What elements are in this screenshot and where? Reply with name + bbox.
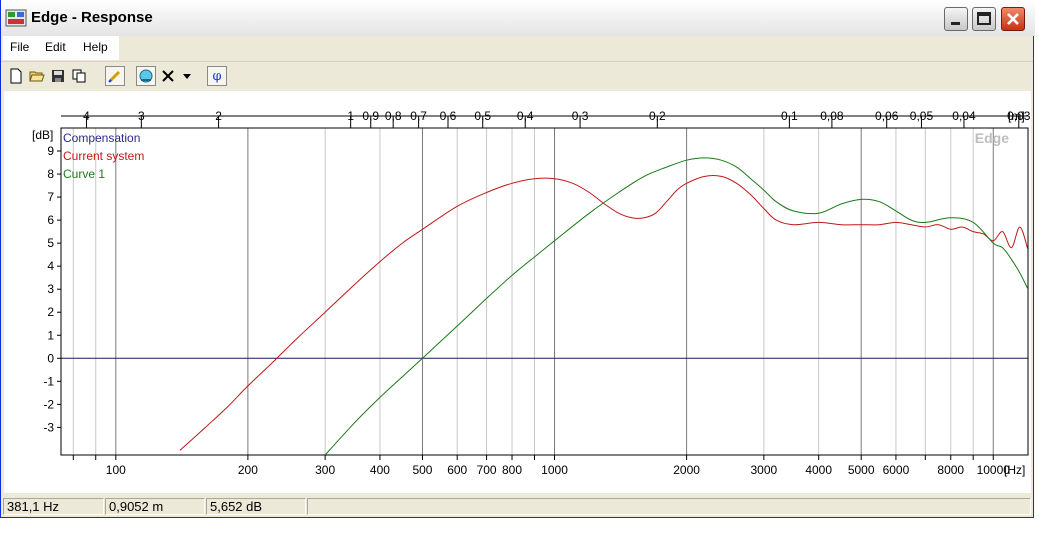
delete-dropdown-button[interactable] — [180, 66, 194, 86]
y-tick-label: 9 — [47, 144, 54, 158]
open-button[interactable] — [27, 66, 47, 86]
top-tick-label: 0,06 — [875, 109, 899, 123]
response-chart[interactable]: 9 8 7 6 5 4 3 2 1 0 -1 -2 -3 100 200 300 400 500 600 700 800… — [4, 91, 1031, 493]
legend-entry: Current system — [63, 149, 144, 163]
x-tick-label: 700 — [477, 463, 497, 477]
close-button[interactable] — [1001, 7, 1025, 31]
save-button[interactable] — [48, 66, 68, 86]
top-tick-label: 4 — [83, 109, 90, 123]
x-axis-label: [Hz] — [1004, 463, 1025, 477]
y-tick-label: -2 — [43, 397, 54, 411]
legend-entry: Curve 1 — [63, 167, 105, 181]
maximize-button[interactable] — [972, 7, 996, 31]
y-tick-label: 5 — [47, 236, 54, 250]
x-tick-label: 300 — [315, 463, 335, 477]
cursor-icon — [139, 69, 153, 83]
axes: 9 8 7 6 5 4 3 2 1 0 -1 -2 -3 100 200 300 400 500 600 700 800… — [43, 109, 1030, 477]
status-distance: 0,9052 m — [105, 498, 205, 515]
top-tick-label: 0,5 — [474, 109, 491, 123]
draw-button[interactable] — [105, 66, 125, 86]
top-tick-label: 0,3 — [572, 109, 589, 123]
x-tick-label: 800 — [502, 463, 522, 477]
y-tick-label: -3 — [43, 420, 54, 434]
title-bar[interactable]: Edge - Response — [1, 0, 1035, 36]
x-tick-label: 200 — [238, 463, 258, 477]
top-tick-label: 0,7 — [410, 109, 427, 123]
x-tick-label: 400 — [370, 463, 390, 477]
window-title: Edge - Response — [31, 9, 153, 26]
grid-lines — [61, 128, 1028, 455]
top-tick-label: 0,4 — [517, 109, 534, 123]
new-file-icon — [10, 68, 22, 84]
copy-icon — [72, 69, 86, 83]
phase-icon: φ — [212, 68, 222, 84]
top-tick-label: 0,2 — [649, 109, 666, 123]
x-tick-label: 8000 — [937, 463, 964, 477]
y-tick-label: 1 — [47, 328, 54, 342]
y-tick-label: 8 — [47, 167, 54, 181]
new-file-button[interactable] — [6, 66, 26, 86]
top-tick-label: 0,1 — [781, 109, 798, 123]
x-tick-label: 600 — [447, 463, 467, 477]
top-tick-label: 0,8 — [385, 109, 402, 123]
plot-frame — [60, 127, 1029, 456]
app-icon — [5, 9, 27, 27]
top-tick-label: 2 — [215, 109, 222, 123]
top-tick-label: 0,9 — [362, 109, 379, 123]
y-tick-label: 4 — [47, 259, 54, 273]
series-line-current-system — [179, 175, 1028, 451]
status-frequency: 381,1 Hz — [3, 498, 104, 515]
series-line-curve-1 — [324, 157, 1028, 455]
top-axis-label: [m] — [1008, 109, 1025, 123]
top-tick-label: 0,04 — [952, 109, 976, 123]
x-tick-label: 500 — [412, 463, 432, 477]
y-axis-label: [dB] — [32, 128, 53, 142]
phase-button[interactable]: φ — [207, 66, 227, 86]
menu-edit[interactable]: Edit — [39, 40, 72, 54]
status-level: 5,652 dB — [206, 498, 306, 515]
legend-entry: Compensation — [63, 131, 140, 145]
close-icon — [1007, 13, 1019, 25]
y-tick-label: 7 — [47, 190, 54, 204]
delete-button[interactable] — [158, 66, 178, 86]
watermark: Edge — [975, 130, 1009, 146]
menu-bar — [1, 36, 1033, 60]
y-tick-label: 3 — [47, 282, 54, 296]
y-tick-label: 6 — [47, 213, 54, 227]
y-tick-label: -1 — [43, 374, 54, 388]
top-tick-label: 3 — [138, 109, 145, 123]
minimize-icon — [951, 22, 960, 25]
menu-help[interactable]: Help — [77, 40, 114, 54]
y-tick-label: 2 — [47, 305, 54, 319]
x-tick-label: 6000 — [883, 463, 910, 477]
dropdown-arrow-icon — [183, 74, 191, 79]
x-tick-label: 3000 — [751, 463, 778, 477]
legend: Compensation Current system Curve 1 — [63, 131, 144, 181]
top-tick-label: 0,05 — [910, 109, 934, 123]
status-bar: 381,1 Hz 0,9052 m 5,652 dB — [1, 495, 1033, 517]
maximize-icon — [977, 12, 991, 25]
plot-area[interactable]: 9 8 7 6 5 4 3 2 1 0 -1 -2 -3 100 200 300 400 500 600 700 800… — [4, 91, 1031, 493]
app-window: Edge - Response File Edit Help φ 9 8 7 6… — [0, 0, 1035, 518]
minimize-button[interactable] — [944, 7, 968, 31]
series-lines — [179, 157, 1028, 455]
x-tick-label: 5000 — [848, 463, 875, 477]
menu-file[interactable]: File — [4, 40, 35, 54]
pen-icon — [108, 70, 121, 83]
x-tick-label: 1000 — [541, 463, 568, 477]
top-tick-label: 0,6 — [440, 109, 457, 123]
y-tick-label: 0 — [47, 351, 54, 365]
copy-button[interactable] — [69, 66, 89, 86]
top-tick-label: 0,08 — [820, 109, 844, 123]
top-tick-label: 1 — [347, 109, 354, 123]
cursor-button[interactable] — [136, 66, 156, 86]
save-icon — [52, 70, 64, 82]
toolbar: φ — [1, 61, 1033, 90]
delete-icon — [162, 70, 174, 82]
status-spare — [307, 498, 1031, 515]
x-tick-label: 2000 — [673, 463, 700, 477]
open-folder-icon — [29, 71, 45, 82]
x-tick-label: 4000 — [805, 463, 832, 477]
x-tick-label: 100 — [106, 463, 126, 477]
